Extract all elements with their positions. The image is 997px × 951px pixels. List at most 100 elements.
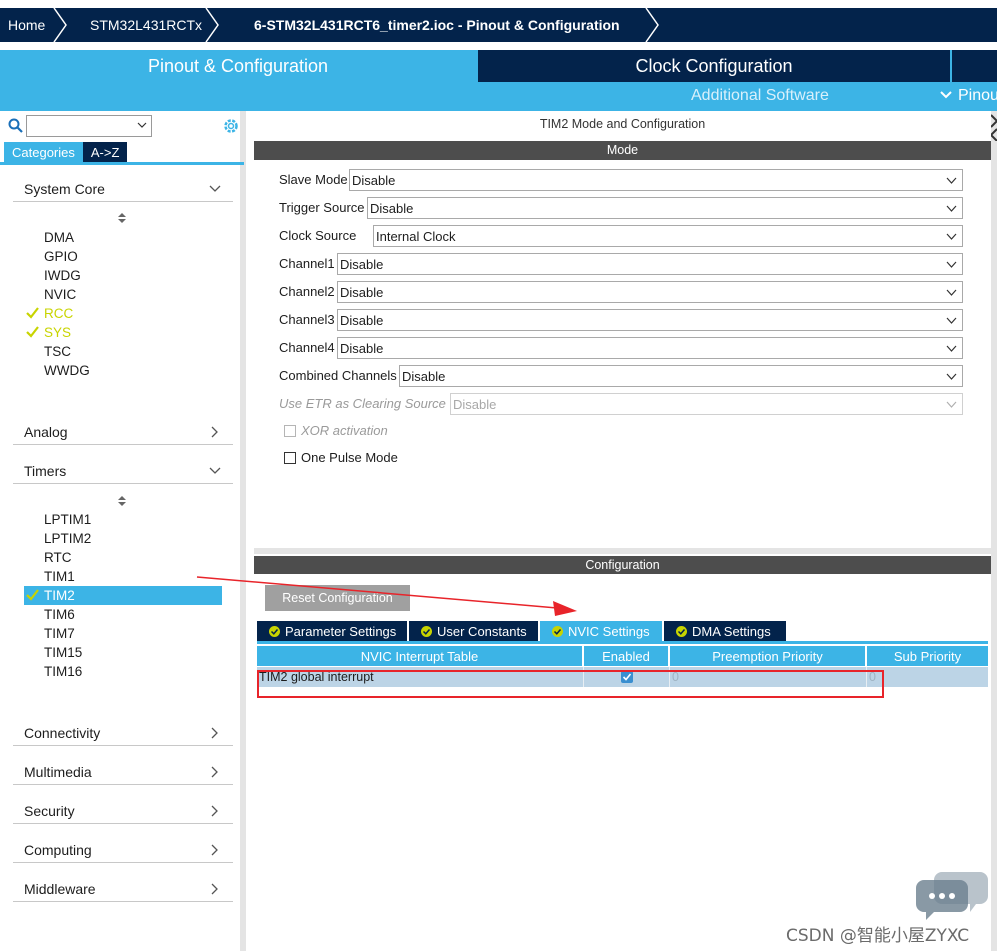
chevron-down-icon [946,317,957,324]
scroll-up-icon[interactable] [117,212,127,224]
tab-pinout-label: Pinout & Configuration [147,55,329,76]
chevron-down-icon [209,185,221,192]
column-header-enabled[interactable]: Enabled [584,646,670,666]
channel1-label: Channel1 [279,256,335,271]
sidebar-item-gpio[interactable]: GPIO [24,247,222,266]
sidebar-item-label: TIM15 [44,645,83,660]
scroll-up-icon[interactable] [117,495,127,507]
category-multimedia[interactable]: Multimedia [13,761,233,785]
channel3-select[interactable]: Disable [337,309,963,331]
check-circle-icon [676,625,687,637]
chevron-down-icon [946,205,957,212]
sidebar-item-dma[interactable]: DMA [24,228,222,247]
channel4-row: Channel4 Disable [279,337,963,359]
sidebar-item-tim6[interactable]: TIM6 [24,605,222,624]
category-timers[interactable]: Timers [13,460,233,484]
tab-user-constants[interactable]: User Constants [409,621,538,641]
sidebar-item-wwdg[interactable]: WWDG [24,361,222,380]
tab-dma-settings[interactable]: DMA Settings [664,621,786,641]
column-header-label: Enabled [602,648,650,664]
category-analog[interactable]: Analog [13,421,233,445]
tab-parameter-settings-label: Parameter Settings [285,623,397,639]
clock-source-select[interactable]: Internal Clock [373,225,963,247]
sidebar-item-tim15[interactable]: TIM15 [24,643,222,662]
channel2-row: Channel2 Disable [279,281,963,303]
check-circle-icon [552,625,563,637]
chevron-right-icon [211,727,218,739]
check-icon [26,307,39,319]
sidebar-item-rcc[interactable]: RCC [24,304,222,323]
pinout-menu[interactable]: Pinout [940,87,997,105]
sidebar-item-tim16[interactable]: TIM16 [24,662,222,681]
column-header-sub-priority[interactable]: Sub Priority [867,646,988,666]
column-header-preemption[interactable]: Preemption Priority [670,646,867,666]
category-computing-label: Computing [24,842,92,858]
search-input[interactable] [26,115,152,137]
check-circle-icon [269,625,280,637]
tab-parameter-settings[interactable]: Parameter Settings [257,621,407,641]
sidebar-item-tsc[interactable]: TSC [24,342,222,361]
use-etr-label: Use ETR as Clearing Source [279,396,446,411]
channel2-select[interactable]: Disable [337,281,963,303]
clock-source-row: Clock Source Internal Clock [279,225,963,247]
tab-underline [257,641,988,644]
breadcrumb-device[interactable]: STM32L431RCTx [68,8,220,42]
tab-categories[interactable]: Categories [4,142,83,162]
sidebar-item-nvic[interactable]: NVIC [24,285,222,304]
combined-channels-select[interactable]: Disable [399,365,963,387]
pinout-menu-label: Pinout [958,87,997,104]
sidebar-item-label: GPIO [44,249,78,264]
use-etr-select: Disable [450,393,963,415]
gear-icon[interactable] [222,117,240,135]
category-computing[interactable]: Computing [13,839,233,863]
category-connectivity[interactable]: Connectivity [13,722,233,746]
sidebar-item-lptim1[interactable]: LPTIM1 [24,510,222,529]
tab-clock-label: Clock Configuration [635,55,793,76]
sidebar-item-iwdg[interactable]: IWDG [24,266,222,285]
sidebar-item-label: RCC [44,306,74,321]
additional-software-link[interactable]: Additional Software [691,87,829,105]
one-pulse-checkbox[interactable] [284,452,296,464]
category-system-core[interactable]: System Core [13,178,233,202]
sidebar-item-label: TIM2 [44,588,75,603]
column-header-interrupt[interactable]: NVIC Interrupt Table [257,646,584,666]
category-middleware[interactable]: Middleware [13,878,233,902]
combined-channels-label: Combined Channels [279,368,397,383]
breadcrumb-project[interactable]: 6-STM32L431RCT6_timer2.ioc - Pinout & Co… [220,8,660,42]
cell-sub-priority[interactable]: 0 [867,667,988,687]
sidebar-item-rtc[interactable]: RTC [24,548,222,567]
breadcrumb-home[interactable]: Home [0,8,68,42]
slave-mode-select[interactable]: Disable [349,169,963,191]
sidebar-item-sys[interactable]: SYS [24,323,222,342]
sub-tab-bar: Additional Software Pinout [0,82,997,111]
tab-clock-configuration[interactable]: Clock Configuration [478,50,950,82]
sidebar-item-label: RTC [44,550,72,565]
channel1-select[interactable]: Disable [337,253,963,275]
tab-pinout-configuration[interactable]: Pinout & Configuration [0,50,476,82]
tab-a-to-z-label: A->Z [90,144,120,160]
channel4-select[interactable]: Disable [337,337,963,359]
chat-bubble-icon [916,872,988,920]
tab-categories-label: Categories [12,144,75,160]
tab-user-constants-label: User Constants [437,623,527,639]
sidebar-item-tim1[interactable]: TIM1 [24,567,222,586]
tab-nvic-settings[interactable]: NVIC Settings [540,621,662,641]
search-icon[interactable] [8,118,24,134]
tab-project-manager[interactable] [952,50,997,82]
sidebar-item-label: NVIC [44,287,77,302]
sidebar-item-tim7[interactable]: TIM7 [24,624,222,643]
sidebar-item-tim2[interactable]: TIM2 [24,586,222,605]
category-timers-label: Timers [24,463,67,479]
category-security[interactable]: Security [13,800,233,824]
chevron-down-icon [946,345,957,352]
combined-channels-value: Disable [402,369,446,384]
trigger-source-select[interactable]: Disable [367,197,963,219]
xor-activation-checkbox [284,425,296,437]
sidebar-item-label: TIM16 [44,664,83,679]
channel1-row: Channel1 Disable [279,253,963,275]
sidebar-item-lptim2[interactable]: LPTIM2 [24,529,222,548]
category-security-label: Security [24,803,75,819]
sidebar-item-label: LPTIM2 [44,531,92,546]
tab-a-to-z[interactable]: A->Z [82,142,128,162]
breadcrumb-device-label: STM32L431RCTx [90,17,203,33]
